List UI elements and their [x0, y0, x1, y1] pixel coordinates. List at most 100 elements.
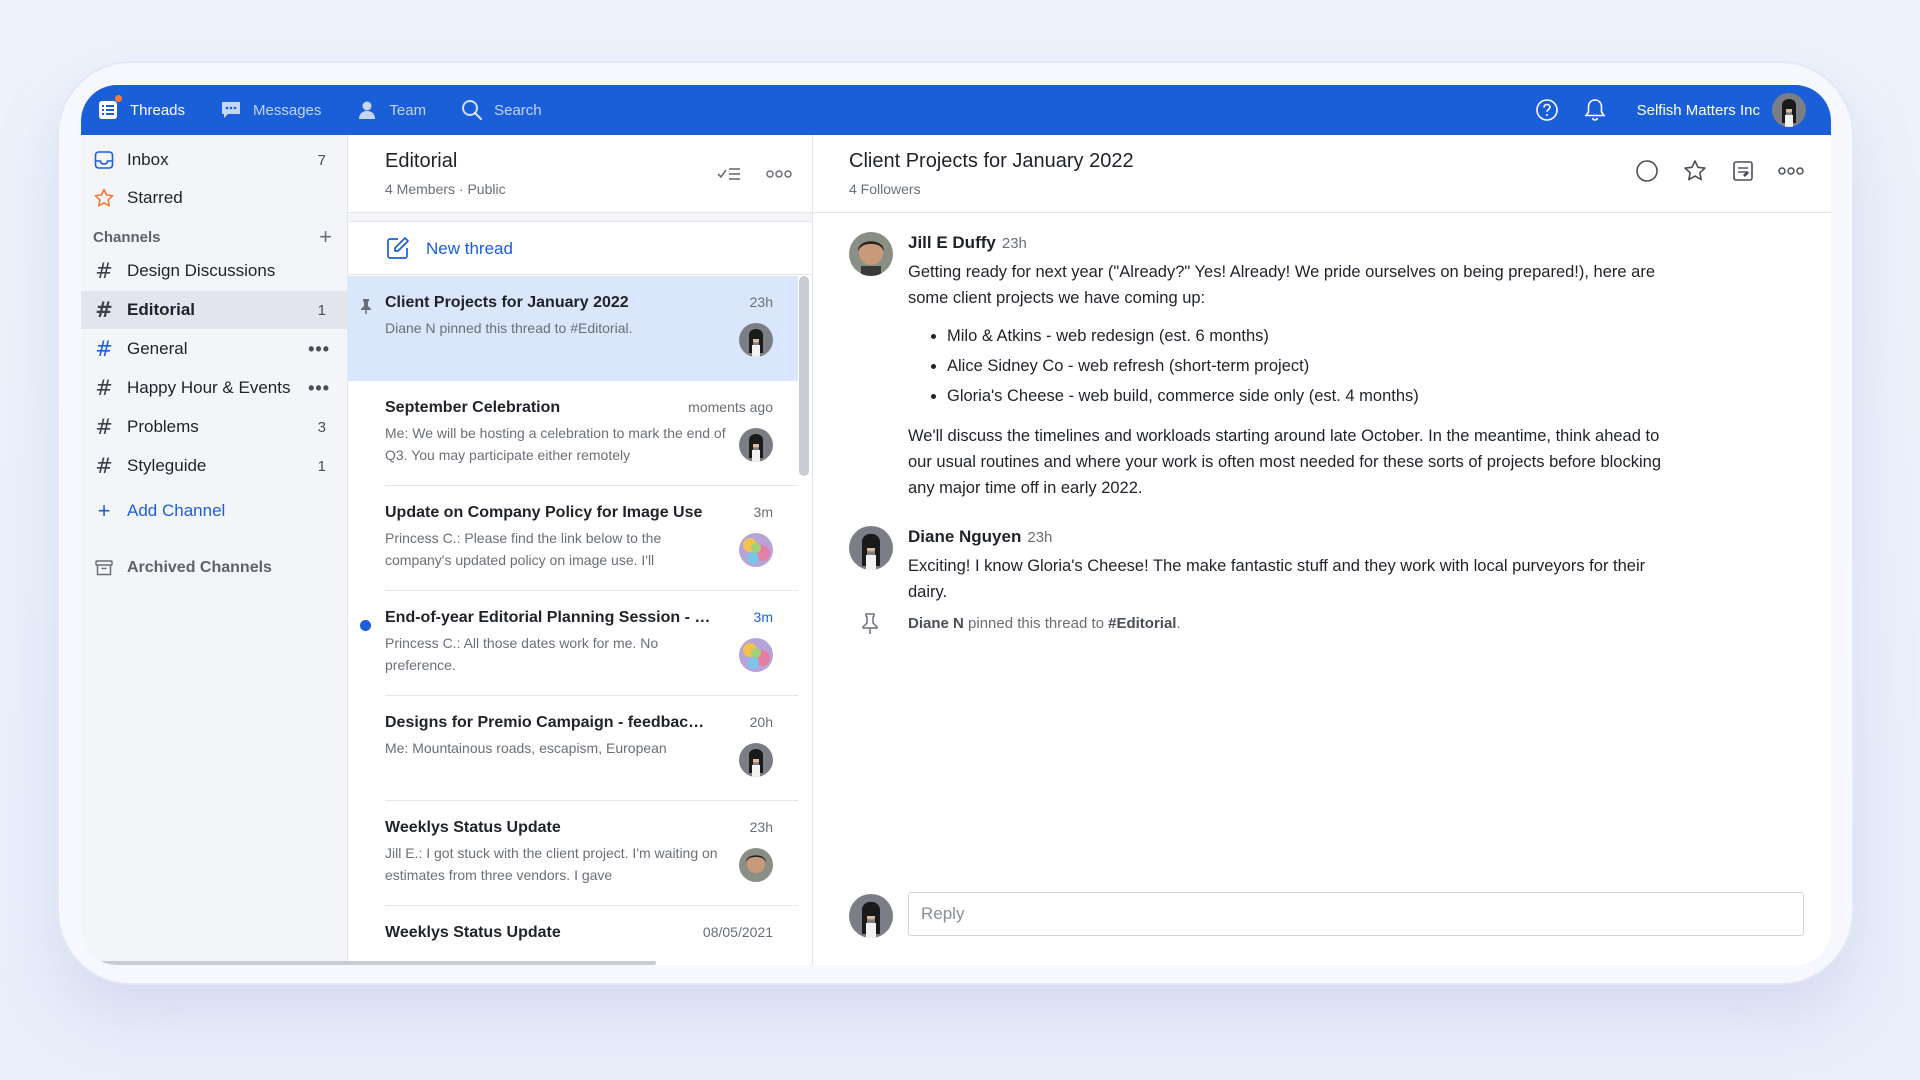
sidebar-item-editorial[interactable]: # Editorial 1	[81, 291, 348, 329]
nav-threads[interactable]: Threads	[96, 85, 185, 135]
nav-right: Selfish Matters Inc	[1533, 85, 1831, 135]
channel-count: 1	[317, 301, 326, 319]
thread-item[interactable]: Weeklys Status Update 23h Jill E.: I got…	[348, 801, 798, 906]
bell-icon[interactable]	[1581, 98, 1609, 122]
add-channel-link[interactable]: + Add Channel	[81, 492, 348, 530]
thread-item[interactable]: End-of-year Editorial Planning Session -…	[348, 591, 798, 696]
star-icon[interactable]	[1681, 159, 1709, 183]
avatar	[739, 533, 773, 567]
channel-title: Editorial	[385, 150, 458, 172]
channel-actions	[715, 162, 793, 186]
nav-team[interactable]: Team	[355, 85, 426, 135]
thread-preview: Princess C.: Please find the link below …	[385, 530, 662, 568]
sidebar-item-label: Design Discussions	[127, 261, 276, 280]
org-name[interactable]: Selfish Matters Inc	[1637, 102, 1760, 119]
sidebar-item-design-discussions[interactable]: # Design Discussions	[81, 252, 348, 290]
sidebar: Inbox 7 Starred Channels + # Design Disc…	[81, 135, 348, 965]
message-author: Diane Nguyen 23h	[908, 527, 1052, 547]
archive-box-icon	[93, 557, 115, 579]
avatar	[849, 232, 893, 276]
more-options-icon[interactable]: •••	[308, 339, 330, 360]
user-avatar[interactable]	[1772, 93, 1806, 127]
avatar	[849, 526, 893, 570]
detail-header: Client Projects for January 2022 4 Follo…	[813, 135, 1831, 213]
nav-threads-label: Threads	[130, 101, 186, 119]
detail-actions	[1633, 159, 1805, 183]
avatar	[849, 894, 893, 938]
thread-detail: Client Projects for January 2022 4 Follo…	[813, 135, 1831, 965]
channel-count: 1	[317, 457, 326, 475]
add-channel-label: Add Channel	[127, 501, 226, 520]
add-channel-plus-icon[interactable]: +	[319, 226, 332, 248]
thread-item[interactable]: Designs for Premio Campaign - feedbac… 2…	[348, 696, 798, 801]
pin-note-end: .	[1176, 615, 1181, 632]
thread-list-column: Editorial 4 Members · Public New thread	[348, 135, 813, 965]
help-icon[interactable]	[1533, 98, 1561, 122]
pin-note-text: Diane N pinned this thread to #Editorial…	[908, 615, 1181, 632]
vertical-scrollbar[interactable]	[799, 276, 809, 476]
plus-icon: +	[97, 498, 111, 523]
reply-input[interactable]	[908, 892, 1804, 936]
thread-title: End-of-year Editorial Planning Session -…	[385, 609, 711, 626]
message-text: Getting ready for next year ("Already?" …	[908, 263, 1655, 307]
thread-item[interactable]: Client Projects for January 2022 23h Dia…	[348, 276, 798, 381]
message-author: Jill E Duffy 23h	[908, 233, 1027, 253]
sidebar-item-starred[interactable]: Starred	[81, 179, 348, 217]
message-text: Exciting! I know Gloria's Cheese! The ma…	[908, 557, 1646, 601]
hash-icon: #	[95, 454, 113, 478]
thread-time: 23h	[749, 819, 773, 835]
divider	[348, 213, 812, 222]
sidebar-item-label: Starred	[127, 188, 183, 207]
new-thread-button[interactable]: New thread	[348, 223, 812, 275]
avatar	[739, 323, 773, 357]
pin-note-user: Diane N	[908, 615, 964, 632]
star-icon	[93, 187, 115, 209]
thread-time: 3m	[753, 609, 773, 625]
thread-time: moments ago	[688, 399, 773, 415]
sidebar-item-problems[interactable]: # Problems 3	[81, 408, 348, 446]
thread-preview: Jill E.: I got stuck with the client pro…	[385, 845, 718, 883]
sidebar-item-styleguide[interactable]: # Styleguide 1	[81, 447, 348, 485]
thread-item[interactable]: Update on Company Policy for Image Use 3…	[348, 486, 798, 591]
sidebar-item-label: Styleguide	[127, 456, 207, 475]
sidebar-item-inbox[interactable]: Inbox 7	[81, 141, 348, 179]
sidebar-item-label: General	[127, 339, 188, 358]
thread-title: September Celebration	[385, 399, 561, 416]
nav-messages-label: Messages	[253, 101, 322, 119]
compose-icon	[386, 236, 410, 265]
sidebar-item-label: Happy Hour & Events	[127, 378, 291, 397]
nav-messages[interactable]: Messages	[219, 85, 321, 135]
inbox-count: 7	[317, 151, 326, 169]
inbox-icon	[93, 149, 115, 171]
nav-search[interactable]: Search	[460, 85, 542, 135]
sidebar-item-general[interactable]: # General •••	[81, 330, 348, 368]
list-item: Milo & Atkins - web redesign (est. 6 mon…	[947, 321, 1668, 351]
message-time: 23h	[1001, 235, 1027, 252]
pin-note-middle: pinned this thread to	[963, 615, 1109, 632]
mark-all-read-icon[interactable]	[715, 162, 743, 186]
circle-status-icon[interactable]	[1633, 159, 1661, 183]
threads-notification-dot	[114, 94, 123, 103]
thread-title: Designs for Premio Campaign - feedbac…	[385, 714, 705, 731]
message-time: 23h	[1027, 529, 1053, 546]
notes-icon[interactable]	[1729, 159, 1757, 183]
channel-subtitle: 4 Members · Public	[385, 181, 506, 197]
avatar	[739, 638, 773, 672]
more-options-icon[interactable]: •••	[308, 378, 330, 399]
app-window: Threads Messages Team Search Selfish Mat…	[81, 85, 1831, 965]
more-options-icon[interactable]	[765, 162, 793, 186]
sidebar-item-archived[interactable]: Archived Channels	[81, 549, 348, 587]
sidebar-item-label: Editorial	[127, 300, 196, 319]
thread-title: Weeklys Status Update	[385, 819, 561, 836]
more-options-icon[interactable]	[1777, 159, 1805, 183]
hash-icon: #	[95, 259, 113, 283]
sidebar-item-happy-hour[interactable]: # Happy Hour & Events •••	[81, 369, 348, 407]
message-text: We'll discuss the timelines and workload…	[908, 427, 1661, 497]
thread-list: Client Projects for January 2022 23h Dia…	[348, 276, 798, 965]
nav-team-label: Team	[389, 101, 427, 119]
thread-item[interactable]: Weeklys Status Update 08/05/2021	[348, 906, 798, 965]
horizontal-scrollbar[interactable]	[101, 961, 656, 965]
thread-title: Weeklys Status Update	[385, 924, 561, 941]
thread-preview: Princess C.: All those dates work for me…	[385, 635, 659, 673]
thread-item[interactable]: September Celebration moments ago Me: We…	[348, 381, 798, 486]
